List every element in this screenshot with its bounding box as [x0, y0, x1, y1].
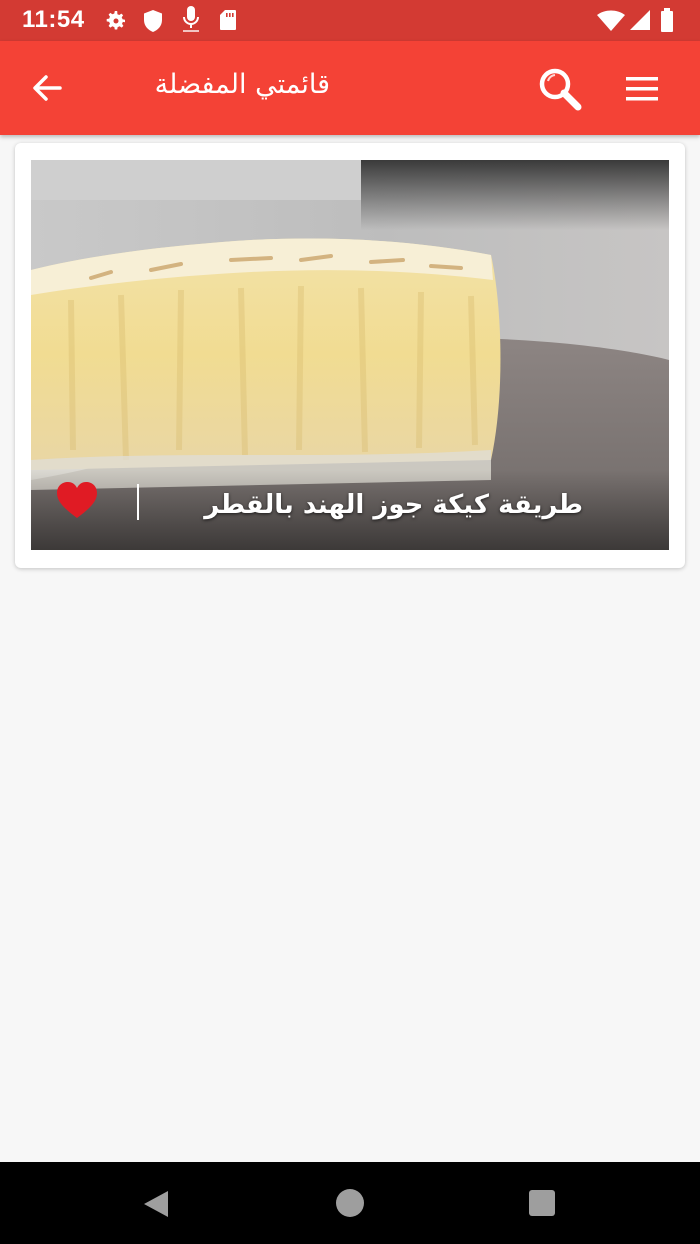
status-bar: 11:54 [0, 0, 700, 41]
nav-back-icon[interactable] [140, 1188, 172, 1220]
signal-icon [630, 10, 650, 30]
caption-divider [137, 484, 139, 520]
menu-icon[interactable] [622, 69, 662, 109]
recipe-title[interactable]: طريقة كيكة جوز الهند بالقطر [204, 490, 583, 520]
recipe-caption: طريقة كيكة جوز الهند بالقطر [31, 470, 669, 550]
sd-card-icon [220, 10, 236, 30]
arrow-back-icon[interactable] [26, 68, 70, 108]
nav-recents-icon[interactable] [529, 1190, 555, 1216]
mic-icon [183, 6, 199, 32]
favorite-recipe-card[interactable]: طريقة كيكة جوز الهند بالقطر [15, 143, 685, 568]
nav-home-icon[interactable] [336, 1189, 364, 1217]
recipe-image[interactable]: طريقة كيكة جوز الهند بالقطر [31, 160, 669, 550]
search-icon[interactable] [536, 65, 584, 113]
system-nav-bar [0, 1162, 700, 1244]
app-bar: قائمتي المفضلة [0, 41, 700, 135]
status-time: 11:54 [22, 6, 85, 33]
wifi-icon [597, 10, 625, 31]
battery-icon [661, 8, 673, 32]
heart-icon[interactable] [55, 481, 99, 521]
gear-icon [106, 11, 125, 30]
shield-icon [144, 10, 162, 32]
page-title: قائمتي المفضلة [154, 69, 330, 100]
